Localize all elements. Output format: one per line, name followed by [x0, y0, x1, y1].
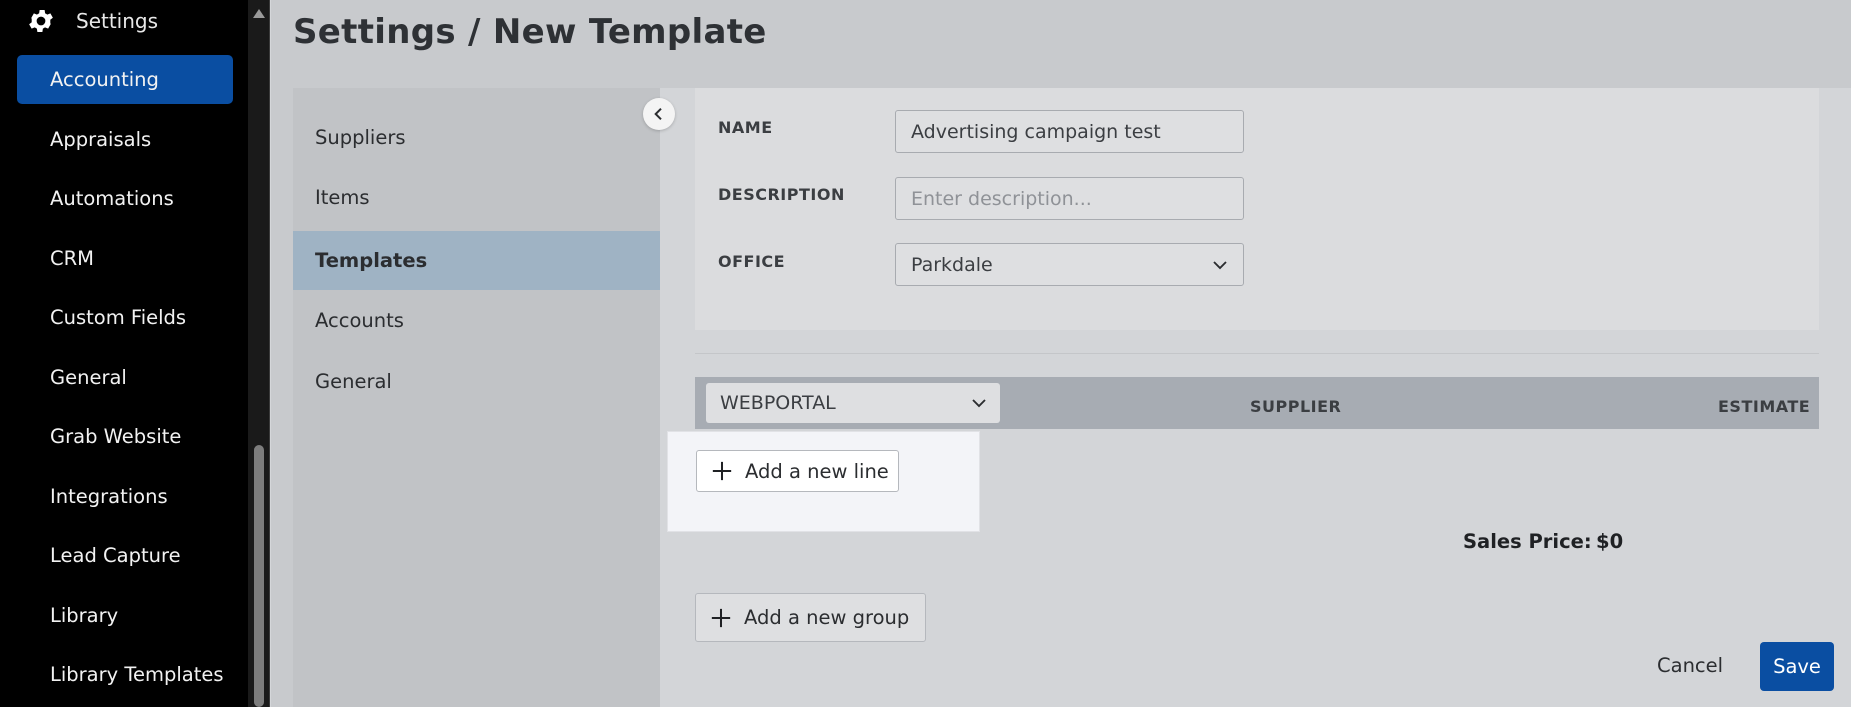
- office-select[interactable]: Parkdale: [895, 243, 1244, 286]
- sales-price-label: Sales Price:: [1463, 530, 1592, 553]
- sidebar-item-crm[interactable]: CRM: [17, 234, 233, 283]
- sidebar-item-label: Integrations: [50, 485, 168, 508]
- sidebar-item-label: Custom Fields: [50, 306, 187, 329]
- subnav-item-label: Suppliers: [315, 126, 406, 149]
- sidebar-header[interactable]: Settings: [26, 6, 158, 36]
- accounting-subnav: Suppliers Items Templates Accounts Gener…: [293, 88, 660, 707]
- office-value: Parkdale: [911, 253, 993, 276]
- sidebar-item-automations[interactable]: Automations: [17, 174, 233, 223]
- sidebar-item-library-templates[interactable]: Library Templates: [17, 650, 233, 699]
- sidebar-item-label: Grab Website: [50, 425, 182, 448]
- sidebar-item-label: CRM: [50, 247, 94, 270]
- description-label: DESCRIPTION: [718, 185, 845, 204]
- description-placeholder: Enter description...: [911, 187, 1092, 210]
- divider: [695, 353, 1819, 354]
- sales-price-value: $0: [1596, 530, 1624, 553]
- sidebar-item-appraisals[interactable]: Appraisals: [17, 115, 233, 164]
- description-field[interactable]: Enter description...: [895, 177, 1244, 220]
- sidebar-item-label: General: [50, 366, 127, 389]
- chevron-down-icon: [972, 399, 986, 408]
- chevron-left-icon: [654, 107, 662, 121]
- plus-icon: [711, 608, 731, 627]
- gear-icon: [29, 10, 53, 32]
- group-header: WEBPORTAL SUPPLIER ESTIMATE: [695, 377, 1819, 429]
- sidebar-scrollbar[interactable]: [248, 0, 270, 707]
- subnav-item-label: Accounts: [315, 309, 404, 332]
- sidebar-item-label: Automations: [50, 187, 174, 210]
- sidebar-item-general[interactable]: General: [17, 353, 233, 402]
- subnav-item-label: Templates: [315, 249, 428, 272]
- settings-sidebar: Settings Accounting Appraisals Automatio…: [0, 0, 248, 707]
- subnav-item-suppliers[interactable]: Suppliers: [293, 108, 660, 167]
- page-title: Settings / New Template: [293, 12, 767, 52]
- sidebar-item-lead-capture[interactable]: Lead Capture: [17, 531, 233, 580]
- add-group-label: Add a new group: [744, 606, 910, 629]
- add-line-area: Add a new line: [667, 431, 980, 532]
- save-button[interactable]: Save: [1760, 642, 1834, 691]
- add-group-button[interactable]: Add a new group: [695, 593, 926, 642]
- chevron-down-icon: [1213, 261, 1227, 270]
- sidebar-item-integrations[interactable]: Integrations: [17, 472, 233, 521]
- sidebar-item-custom-fields[interactable]: Custom Fields: [17, 293, 233, 342]
- sidebar-item-label: Lead Capture: [50, 544, 181, 567]
- subnav-item-label: Items: [315, 186, 370, 209]
- subnav-item-items[interactable]: Items: [293, 168, 660, 227]
- template-editor: NAME Advertising campaign test DESCRIPTI…: [660, 88, 1851, 707]
- column-header-supplier: SUPPLIER: [1250, 397, 1342, 416]
- column-header-estimate: ESTIMATE: [1718, 397, 1811, 416]
- sidebar-item-label: Library Templates: [50, 663, 224, 686]
- office-label: OFFICE: [718, 252, 786, 271]
- scrollbar-thumb[interactable]: [254, 445, 264, 707]
- add-line-button[interactable]: Add a new line: [696, 450, 899, 492]
- group-select[interactable]: WEBPORTAL: [706, 383, 1000, 423]
- sidebar-item-library[interactable]: Library: [17, 591, 233, 640]
- main-area: Settings / New Template Suppliers Items …: [271, 0, 1851, 707]
- sidebar-header-label: Settings: [76, 9, 159, 33]
- subnav-item-accounts[interactable]: Accounts: [293, 291, 660, 350]
- sidebar-item-label: Library: [50, 604, 119, 627]
- cancel-button[interactable]: Cancel: [1657, 654, 1723, 677]
- sidebar-item-label: Accounting: [50, 68, 159, 91]
- sidebar-item-label: Appraisals: [50, 128, 152, 151]
- collapse-subnav-button[interactable]: [643, 98, 675, 130]
- plus-icon: [712, 461, 732, 481]
- add-line-label: Add a new line: [745, 459, 889, 483]
- name-field[interactable]: Advertising campaign test: [895, 110, 1244, 153]
- sidebar-item-grab-website[interactable]: Grab Website: [17, 412, 233, 461]
- subnav-item-general[interactable]: General: [293, 352, 660, 411]
- template-form: NAME Advertising campaign test DESCRIPTI…: [695, 88, 1819, 330]
- subnav-item-templates[interactable]: Templates: [293, 231, 660, 290]
- name-value: Advertising campaign test: [911, 120, 1161, 143]
- sidebar-item-accounting[interactable]: Accounting: [17, 55, 233, 104]
- name-label: NAME: [718, 118, 773, 137]
- scroll-up-arrow-icon[interactable]: [253, 9, 265, 18]
- group-select-value: WEBPORTAL: [720, 392, 836, 414]
- subnav-item-label: General: [315, 370, 392, 393]
